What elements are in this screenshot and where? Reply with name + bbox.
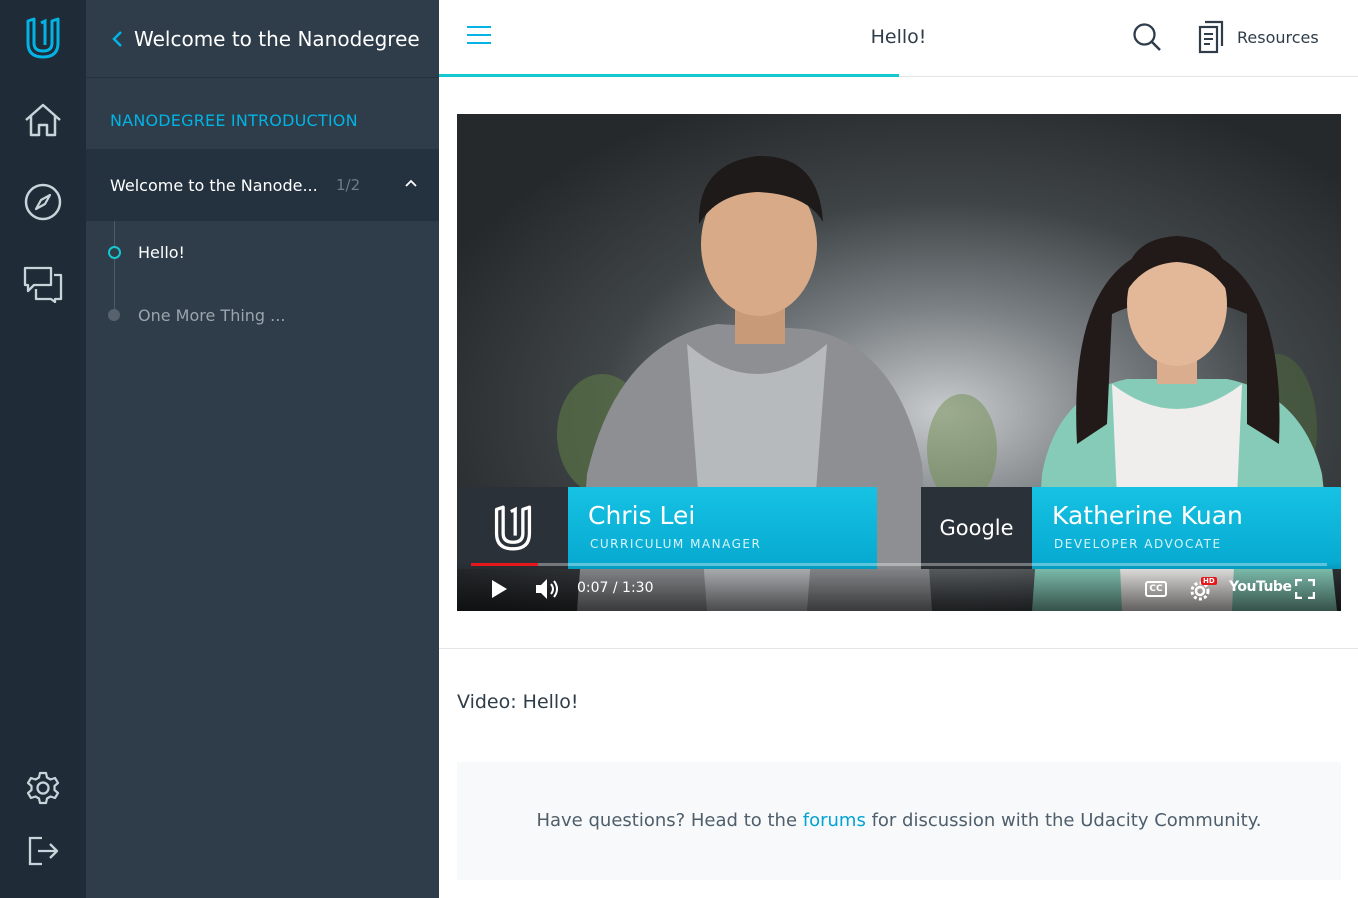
fullscreen-icon[interactable]: [1295, 579, 1315, 599]
video-played-progress: [471, 563, 538, 566]
forum-suffix: for discussion with the Udacity Communit…: [871, 810, 1262, 831]
presenter-left-name: Chris Lei: [588, 501, 696, 530]
video-time: 0:07 / 1:30: [577, 580, 654, 596]
resources-button[interactable]: Resources: [1197, 20, 1319, 54]
volume-icon[interactable]: [535, 578, 561, 600]
active-concept-dot-icon: [108, 245, 121, 259]
settings-gear-icon[interactable]: [21, 766, 65, 810]
top-header: Hello! Resources: [439, 0, 1358, 77]
home-icon[interactable]: [21, 98, 65, 142]
search-icon: [1133, 23, 1161, 51]
presenter-left-role: CURRICULUM MANAGER: [590, 537, 762, 551]
concept-item-one-more-thing[interactable]: One More Thing ...: [86, 293, 439, 337]
compass-icon[interactable]: [21, 180, 65, 224]
forums-link[interactable]: forums: [803, 810, 866, 831]
udacity-lower-third-logo-icon: [457, 487, 568, 569]
concept-label: One More Thing ...: [138, 305, 286, 325]
inactive-concept-dot-icon: [108, 309, 120, 321]
presenter-right-name: Katherine Kuan: [1052, 501, 1243, 530]
video-player[interactable]: Chris Lei CURRICULUM MANAGER Google Kath…: [457, 114, 1341, 611]
forum-callout-text: Have questions? Head to the forums for d…: [457, 810, 1341, 831]
lesson-sidebar: Welcome to the Nanodegree NANODEGREE INT…: [86, 0, 439, 898]
video-title-heading: Video: Hello!: [457, 691, 579, 713]
concept-label: Hello!: [138, 242, 185, 262]
resources-label: Resources: [1237, 27, 1319, 47]
presenter-left-name-bar: Chris Lei CURRICULUM MANAGER: [568, 487, 877, 569]
chevron-left-icon: [112, 30, 122, 47]
lesson-progress-bar: [439, 74, 899, 77]
presenter-right-name-bar: Katherine Kuan DEVELOPER ADVOCATE: [1032, 487, 1341, 569]
resources-document-icon: [1198, 20, 1224, 54]
icon-rail: [0, 0, 86, 898]
back-link-label: Welcome to the Nanodegree: [134, 26, 420, 51]
lesson-concept-count: 1/2: [336, 176, 361, 194]
presenter-right-role: DEVELOPER ADVOCATE: [1054, 537, 1222, 551]
chat-icon[interactable]: [21, 262, 65, 306]
video-scrubber[interactable]: [471, 563, 1327, 566]
youtube-logo-button[interactable]: YouTube: [1229, 579, 1292, 595]
partner-logo: Google: [921, 487, 1032, 569]
video-controls-bar: 0:07 / 1:30 CC HD YouTube: [457, 562, 1341, 611]
forum-callout: Have questions? Head to the forums for d…: [457, 762, 1341, 880]
lesson-accordion-header[interactable]: Welcome to the Nanode... 1/2: [86, 149, 439, 221]
play-icon[interactable]: [490, 579, 508, 599]
closed-captions-button[interactable]: CC: [1145, 581, 1167, 597]
quality-settings-button[interactable]: HD: [1189, 577, 1217, 601]
chevron-up-icon: [405, 179, 417, 187]
logout-icon[interactable]: [21, 829, 65, 873]
udacity-logo-icon[interactable]: [21, 16, 65, 60]
content-divider: [439, 648, 1358, 649]
section-label: NANODEGREE INTRODUCTION: [110, 111, 358, 130]
concept-item-hello[interactable]: Hello!: [86, 230, 439, 274]
search-button[interactable]: [1132, 22, 1162, 52]
classroom-app: Welcome to the Nanodegree NANODEGREE INT…: [0, 0, 1358, 898]
hd-badge: HD: [1201, 577, 1217, 585]
forum-prefix: Have questions? Head to the: [536, 810, 798, 831]
lesson-title: Welcome to the Nanode...: [110, 175, 318, 195]
back-to-nanodegree-link[interactable]: Welcome to the Nanodegree: [86, 0, 439, 78]
